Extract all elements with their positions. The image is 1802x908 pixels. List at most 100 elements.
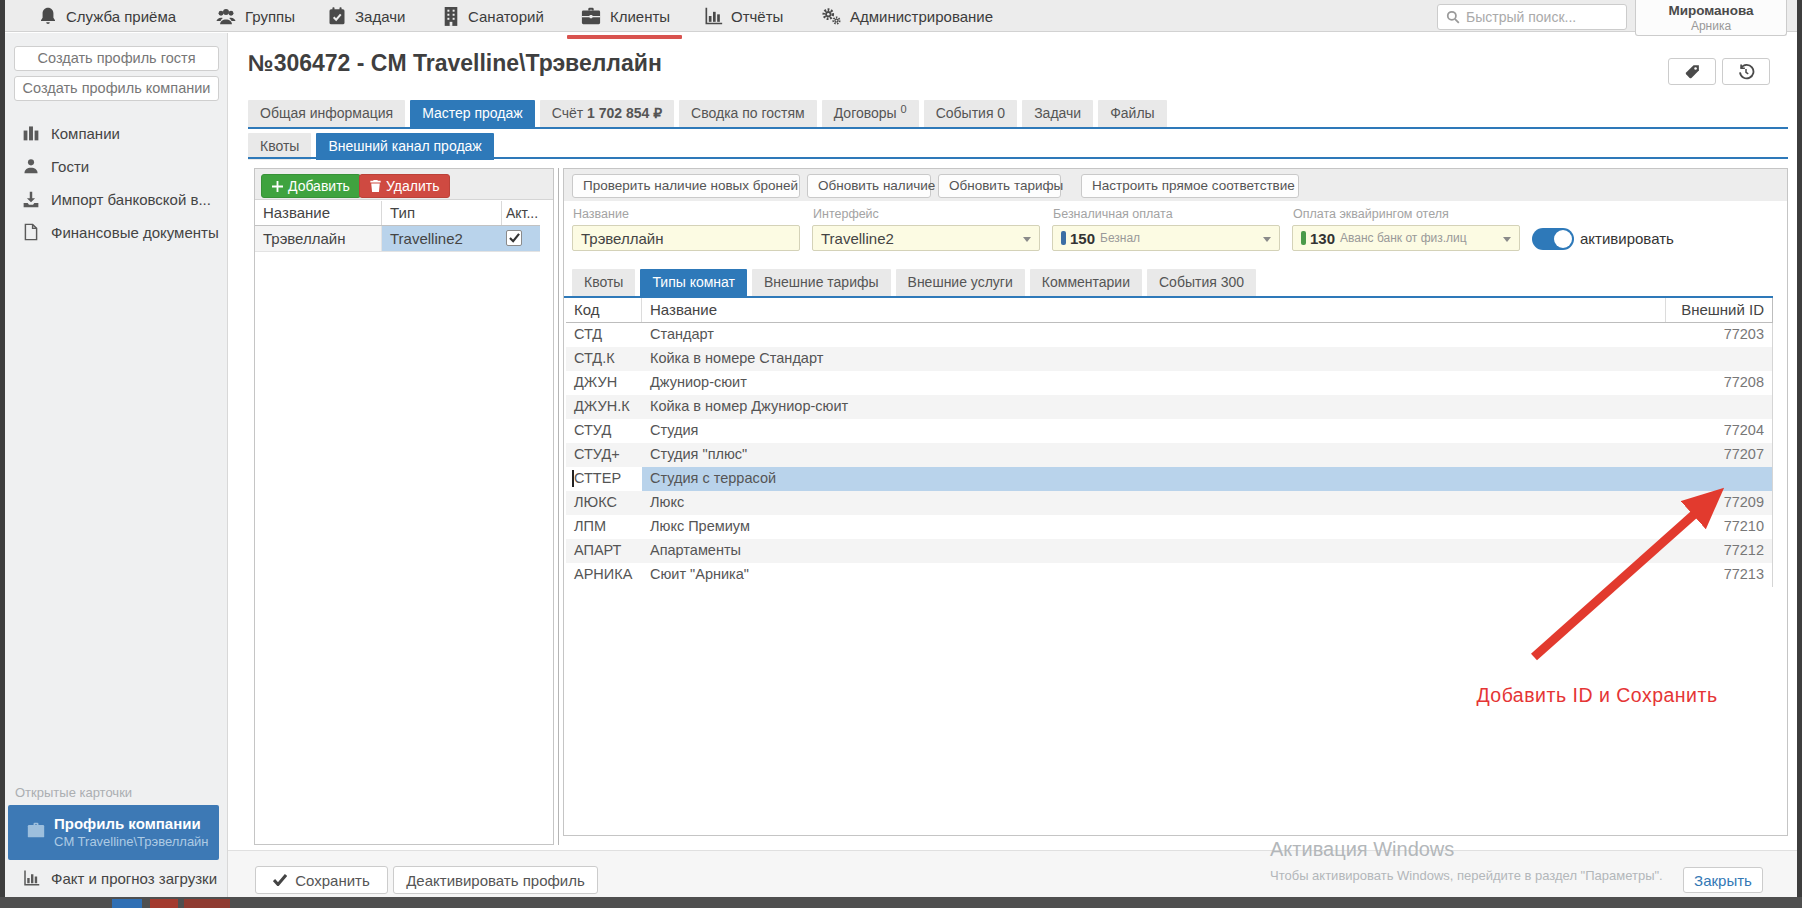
document-icon [21, 223, 41, 241]
room-type-row-selected[interactable]: СТТЕРСтудия с террасой [566, 467, 1773, 491]
nav-item-groups[interactable]: Группы [215, 0, 295, 32]
nav-item-label: Клиенты [610, 8, 670, 25]
history-button[interactable] [1722, 58, 1770, 85]
quick-search-input[interactable]: Быстрый поиск... [1437, 4, 1627, 30]
active-nav-indicator [567, 35, 682, 39]
tags-button[interactable] [1668, 58, 1716, 85]
building-icon [442, 6, 460, 26]
create-company-profile-button[interactable]: Создать профиль компании [14, 76, 219, 101]
room-type-row[interactable]: ДЖУНДжуниор-сюит77208 [566, 371, 1773, 395]
nav-item-reports[interactable]: Отчёты [703, 0, 783, 32]
open-cards-label: Открытые карточки [15, 785, 132, 800]
column-header-external-id[interactable]: Внешний ID [1666, 298, 1772, 322]
sidebar-item-companies[interactable]: Компании [5, 120, 228, 146]
room-type-row[interactable]: АРНИКАСюит "Арника"77213 [566, 563, 1773, 587]
tab-external-rates[interactable]: Внешние тарифы [752, 269, 891, 296]
tab-account[interactable]: Счёт 1 702 854 ₽ [540, 100, 674, 127]
column-header-active[interactable]: Акт... [502, 201, 540, 225]
check-icon [273, 874, 287, 886]
room-type-row[interactable]: СТДСтандарт77203 [566, 323, 1773, 347]
check-new-bookings-button[interactable]: Проверить наличие новых броней [572, 174, 800, 198]
tab-events[interactable]: События 0 [924, 100, 1017, 127]
column-header-name[interactable]: Название [642, 298, 1666, 322]
room-type-row[interactable]: ЛЮКСЛюкс77209 [566, 491, 1773, 515]
column-header-code[interactable]: Код [566, 298, 642, 322]
create-guest-profile-button[interactable]: Создать профиль гостя [14, 46, 219, 71]
column-header-name[interactable]: Название [255, 201, 382, 225]
nav-item-label: Служба приёма [66, 8, 176, 25]
tab-room-types[interactable]: Типы комнат [640, 269, 747, 296]
sidebar-item-load-forecast[interactable]: Факт и прогноз загрузки [5, 865, 228, 891]
tab-general-info[interactable]: Общая информация [248, 100, 405, 127]
tab-quotas[interactable]: Квоты [572, 269, 635, 296]
add-channel-button[interactable]: Добавить [261, 174, 361, 198]
taskbar-app-icon[interactable] [184, 899, 230, 908]
user-name: Мироманова [1636, 3, 1786, 18]
room-type-row[interactable]: СТУД+Студия "плюс"77207 [566, 443, 1773, 467]
delete-channel-button[interactable]: Удалить [359, 174, 450, 198]
room-type-row[interactable]: СТД.ККойка в номере Стандарт [566, 347, 1773, 371]
acquiring-payment-select[interactable]: 130Аванс банк от физ.лиц [1292, 225, 1520, 251]
save-button[interactable]: Сохранить [255, 866, 388, 894]
person-icon [21, 157, 41, 175]
activate-toggle[interactable] [1532, 228, 1574, 250]
open-card-company-profile[interactable]: Профиль компании CM Travelline\Трэвеллай… [8, 805, 219, 860]
sidebar-item-label: Импорт банковской в... [51, 191, 211, 208]
toggle-knob [1554, 230, 1572, 248]
nav-item-administration[interactable]: Администрирование [820, 0, 993, 32]
active-checkbox[interactable] [506, 230, 522, 246]
subtab-external-sales-channel[interactable]: Внешний канал продаж [316, 133, 493, 160]
bar-chart-icon [21, 869, 41, 887]
windows-taskbar[interactable] [0, 897, 1802, 908]
nav-item-clients[interactable]: Клиенты [580, 0, 670, 32]
chevron-down-icon [1503, 237, 1511, 242]
bell-icon [38, 6, 58, 26]
close-button[interactable]: Закрыть [1683, 867, 1763, 893]
sidebar-item-label: Компании [51, 125, 120, 142]
tabs-underline [248, 127, 1788, 129]
sidebar-item-bank-import[interactable]: Импорт банковской в... [5, 186, 228, 212]
tab-guests-summary[interactable]: Сводка по гостям [679, 100, 817, 127]
nav-item-tasks[interactable]: Задачи [327, 0, 405, 32]
deactivate-profile-button[interactable]: Деактивировать профиль [393, 866, 598, 894]
nav-item-front-desk[interactable]: Служба приёма [38, 0, 176, 32]
channel-detail-tabs: Квоты Типы комнат Внешние тарифы Внешние… [572, 269, 1256, 296]
history-icon [1737, 63, 1755, 81]
room-type-row[interactable]: АПАРТАпартаменты77212 [566, 539, 1773, 563]
activate-toggle-label: активировать [1580, 230, 1674, 247]
taskbar-app-icon[interactable] [150, 899, 178, 908]
room-type-row[interactable]: ЛПМЛюкс Премиум77210 [566, 515, 1773, 539]
tab-contracts-count: 0 [901, 103, 907, 115]
tab-sales-master[interactable]: Мастер продаж [410, 100, 535, 127]
nav-item-sanatorium[interactable]: Санаторий [442, 0, 544, 32]
room-types-table: Код Название Внешний ID СТДСтандарт77203… [566, 298, 1773, 587]
user-organization: Арника [1636, 19, 1786, 33]
briefcase-icon [580, 6, 602, 26]
trash-icon [370, 180, 381, 192]
cashless-payment-select[interactable]: 150Безнал [1052, 225, 1280, 251]
room-type-row[interactable]: СТУДСтудия77204 [566, 419, 1773, 443]
interface-select[interactable]: Travelline2 [812, 225, 1040, 251]
panel-splitter[interactable] [558, 168, 559, 845]
sidebar-item-guests[interactable]: Гости [5, 153, 228, 179]
room-type-row[interactable]: ДЖУН.ККойка в номер Джуниор-сюит [566, 395, 1773, 419]
channel-row[interactable]: Трэвеллайн Travelline2 [255, 226, 540, 252]
column-header-type[interactable]: Тип [382, 201, 502, 225]
channel-name-input[interactable]: Трэвеллайн [572, 225, 800, 251]
search-placeholder: Быстрый поиск... [1466, 9, 1576, 25]
briefcase-icon [26, 821, 46, 839]
user-menu[interactable]: Мироманова Арника [1635, 0, 1787, 36]
tab-files[interactable]: Файлы [1098, 100, 1166, 127]
tab-external-services[interactable]: Внешние услуги [896, 269, 1025, 296]
taskbar-app-icon[interactable] [112, 899, 142, 908]
sidebar-item-financial-documents[interactable]: Финансовые документы [5, 219, 228, 245]
tab-comments[interactable]: Комментарии [1030, 269, 1142, 296]
tab-tasks[interactable]: Задачи [1022, 100, 1093, 127]
tab-events-300[interactable]: События 300 [1147, 269, 1256, 296]
direct-mapping-button[interactable]: Настроить прямое соответствие [1081, 174, 1299, 198]
subtab-quotas[interactable]: Квоты [248, 133, 311, 160]
channels-panel: Добавить Удалить Название Тип Акт... Трэ… [254, 168, 554, 845]
tab-contracts[interactable]: Договоры 0 [822, 100, 919, 127]
refresh-rates-button[interactable]: Обновить тарифы [938, 174, 1061, 198]
refresh-availability-button[interactable]: Обновить наличие [807, 174, 931, 198]
